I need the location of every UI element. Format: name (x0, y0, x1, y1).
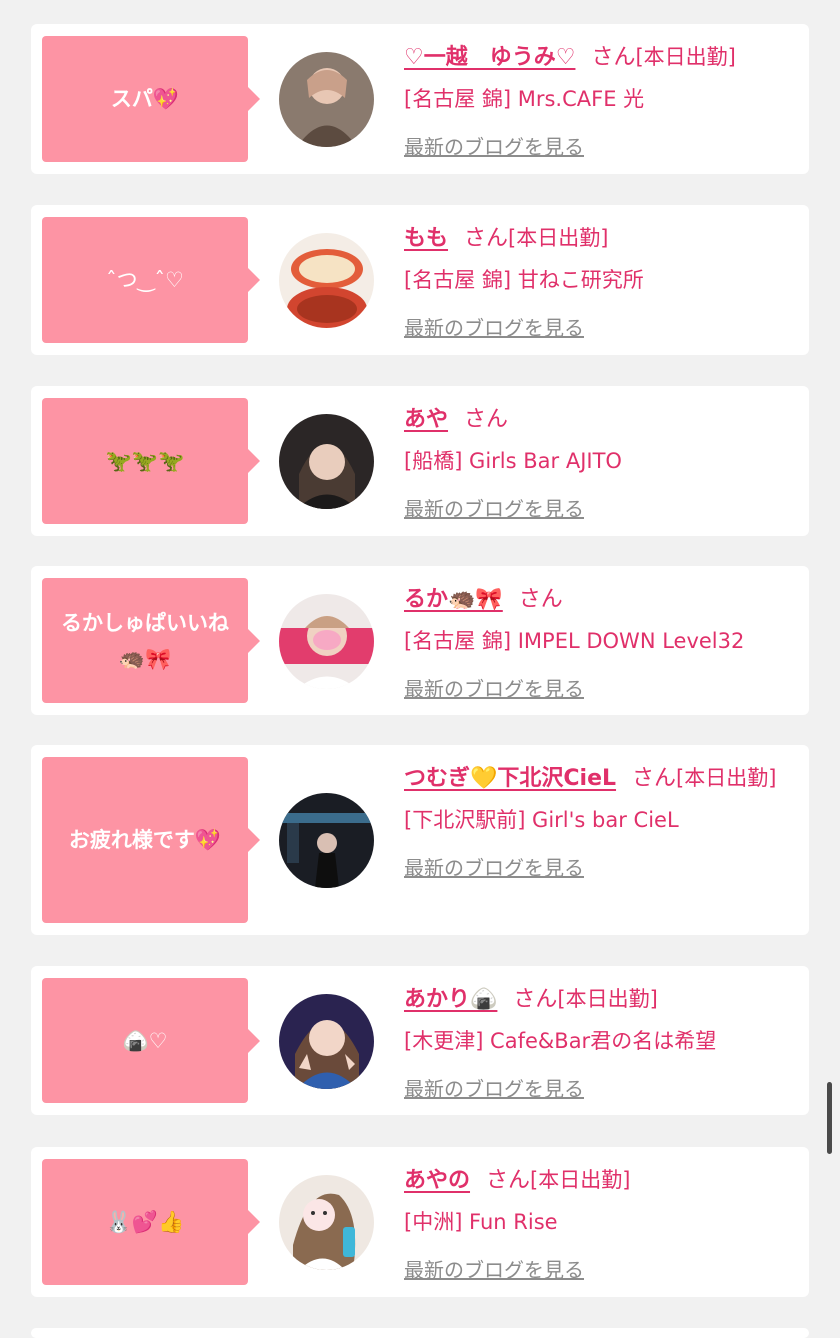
member-name-link[interactable]: あやの (404, 1168, 470, 1193)
list-item (31, 1328, 809, 1338)
list-item: 🐰💕👍 あやの さん[本日出勤] [中洲] Fun Rise 最新のブログを見る (31, 1147, 809, 1297)
message-text: スパ💖 (110, 87, 180, 111)
list-item: 🍙♡ あかり🍙 さん[本日出勤] [木更津] Cafe&Bar君の名は希望 最新の… (31, 966, 809, 1115)
shop-name: [下北沢駅前] Girl's bar CieL (404, 808, 679, 832)
attendance-badge: [本日出勤] (635, 45, 736, 69)
member-name-link[interactable]: つむぎ💛下北沢CieL (404, 766, 616, 791)
avatar[interactable] (279, 52, 374, 147)
latest-blog-link[interactable]: 最新のブログを見る (404, 852, 584, 881)
latest-blog-link[interactable]: 最新のブログを見る (404, 493, 584, 522)
avatar[interactable] (279, 1175, 374, 1270)
list-item: るかしゅぱいいね🦔🎀 るか🦔🎀 さん [名古屋 錦] IMPEL DOWN Lev… (31, 566, 809, 715)
honorific-label: さん (464, 407, 509, 432)
message-bubble: るかしゅぱいいね🦔🎀 (42, 578, 260, 703)
honorific-label: さん (591, 45, 636, 70)
shop-name: [名古屋 錦] Mrs.CAFE 光 (404, 87, 645, 111)
latest-blog-link[interactable]: 最新のブログを見る (404, 1254, 584, 1283)
message-bubble: スパ💖 (42, 36, 260, 162)
message-text: 🍙♡ (122, 1028, 168, 1053)
member-name-link[interactable]: ♡一越 ゆうみ♡ (404, 45, 575, 70)
list-item: 🦖🦖🦖 あや さん [船橋] Girls Bar AJITO 最新のブログを見る (31, 386, 809, 536)
avatar[interactable] (279, 994, 374, 1089)
avatar[interactable] (279, 594, 374, 689)
avatar[interactable] (279, 793, 374, 888)
shop-name: [中洲] Fun Rise (404, 1210, 558, 1234)
attendance-badge: [本日出勤] (557, 987, 658, 1011)
message-bubble: 🐰💕👍 (42, 1159, 260, 1285)
avatar[interactable] (279, 233, 374, 328)
honorific-label: さん (486, 1168, 531, 1193)
shop-name: [名古屋 錦] 甘ねこ研究所 (404, 268, 644, 292)
member-name-link[interactable]: あかり🍙 (404, 987, 497, 1012)
member-info: あやの さん[本日出勤] [中洲] Fun Rise 最新のブログを見る (404, 1161, 799, 1283)
message-bubble: 🦖🦖🦖 (42, 398, 260, 524)
list-item: ˆつ‿ˆ♡ もも さん[本日出勤] [名古屋 錦] 甘ねこ研究所 最新のブログを見… (31, 205, 809, 355)
attendance-badge: [本日出勤] (530, 1168, 631, 1192)
latest-blog-link[interactable]: 最新のブログを見る (404, 312, 584, 341)
member-info: ♡一越 ゆうみ♡ さん[本日出勤] [名古屋 錦] Mrs.CAFE 光 最新のブ… (404, 38, 799, 160)
honorific-label: さん (513, 987, 558, 1012)
latest-blog-link[interactable]: 最新のブログを見る (404, 1073, 584, 1102)
latest-blog-link[interactable]: 最新のブログを見る (404, 131, 584, 160)
member-info: もも さん[本日出勤] [名古屋 錦] 甘ねこ研究所 最新のブログを見る (404, 219, 799, 341)
honorific-label: さん (518, 587, 563, 612)
message-text: 🐰💕👍 (105, 1210, 185, 1234)
scrollbar[interactable] (827, 1082, 832, 1154)
shop-name: [名古屋 錦] IMPEL DOWN Level32 (404, 629, 745, 653)
message-text: ˆつ‿ˆ♡ (106, 268, 184, 292)
attendance-badge: [本日出勤] (676, 766, 777, 790)
message-bubble: 🍙♡ (42, 978, 260, 1103)
message-text: お疲れ様です💖 (68, 828, 222, 852)
member-info: つむぎ💛下北沢CieL さん[本日出勤] [下北沢駅前] Girl's bar C… (404, 759, 799, 881)
avatar[interactable] (279, 414, 374, 509)
message-text: るかしゅぱいいね🦔🎀 (61, 610, 229, 671)
latest-blog-link[interactable]: 最新のブログを見る (404, 673, 584, 702)
member-name-link[interactable]: るか🦔🎀 (404, 587, 503, 612)
list-item: スパ💖 ♡一越 ゆうみ♡ さん[本日出勤] [名古屋 錦] Mrs.CAFE 光 … (31, 24, 809, 174)
list-item: お疲れ様です💖 つむぎ💛下北沢CieL さん[本日出勤] [下北沢駅前] Girl… (31, 745, 809, 935)
shop-name: [木更津] Cafe&Bar君の名は希望 (404, 1029, 717, 1053)
honorific-label: さん (464, 226, 509, 251)
message-bubble: ˆつ‿ˆ♡ (42, 217, 260, 343)
member-name-link[interactable]: もも (404, 226, 448, 251)
honorific-label: さん (632, 766, 677, 791)
member-info: あや さん [船橋] Girls Bar AJITO 最新のブログを見る (404, 400, 799, 522)
member-info: あかり🍙 さん[本日出勤] [木更津] Cafe&Bar君の名は希望 最新のブログ… (404, 980, 799, 1102)
shop-name: [船橋] Girls Bar AJITO (404, 449, 622, 473)
message-text: 🦖🦖🦖 (105, 449, 185, 473)
member-info: るか🦔🎀 さん [名古屋 錦] IMPEL DOWN Level32 最新のブログ… (404, 580, 799, 702)
member-name-link[interactable]: あや (404, 407, 448, 432)
message-bubble: お疲れ様です💖 (42, 757, 260, 923)
attendance-badge: [本日出勤] (508, 226, 609, 250)
